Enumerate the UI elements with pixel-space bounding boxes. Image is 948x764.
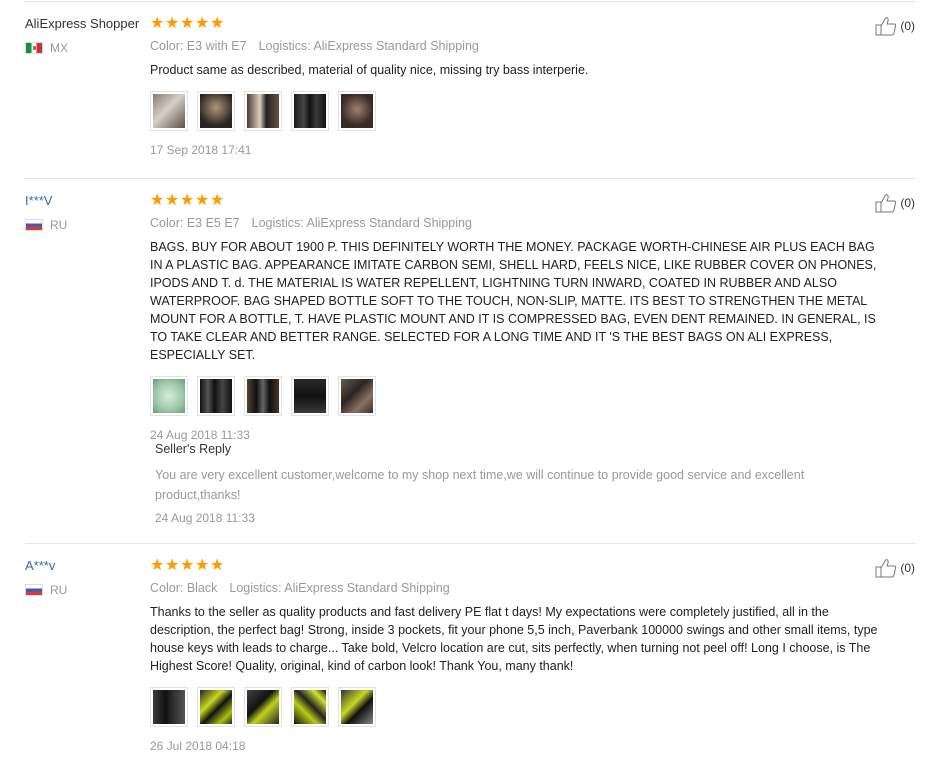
reviewer-info: AliExpress Shopper MX [25,16,145,55]
star-icon: ★ [210,192,225,209]
review-text: Thanks to the seller as quality products… [150,605,878,673]
star-icon: ★ [165,557,180,574]
reviewer-country: RU [25,218,145,232]
logistics-info: Logistics: AliExpress Standard Shipping [251,216,472,230]
reply-text: You are very excellent customer,welcome … [155,468,805,502]
review-photo[interactable] [244,376,282,416]
product-color: Color: E3 E5 E7 [150,216,240,230]
review-photo[interactable] [338,91,376,131]
divider-line [25,543,915,544]
mexico-flag-icon [25,42,43,54]
reviewer-name[interactable]: I***V [25,193,145,209]
like-button[interactable]: (0) [875,193,915,213]
star-icon: ★ [195,192,210,209]
star-rating: ★ ★ ★ ★ ★ [150,558,890,574]
order-info: Color: Black Logistics: AliExpress Standa… [150,581,890,595]
review-photo[interactable] [291,376,329,416]
divider [25,1,915,2]
review-photos [150,687,890,727]
reviewer-info: A***v RU [25,558,145,597]
order-info: Color: E3 E5 E7 Logistics: AliExpress Sta… [150,216,890,230]
review-body: ★ ★ ★ ★ ★ Color: E3 E5 E7 Logistics: AliExpre… [150,193,890,442]
review-text: BAGS. BUY FOR ABOUT 1900 P. THIS DEFINIT… [150,240,877,362]
reply-title: Seller's Reply [155,442,232,456]
star-rating: ★ ★ ★ ★ ★ [150,193,890,209]
country-code: MX [50,41,68,55]
review-photo[interactable] [291,687,329,727]
review-body: ★ ★ ★ ★ ★ Color: E3 with E7 Logistics: AliExp… [150,16,890,157]
thumbs-up-icon [875,559,897,578]
star-icon: ★ [165,15,180,32]
star-icon: ★ [210,557,225,574]
like-count: (0) [900,196,915,210]
reviewer-country: MX [25,41,145,55]
review-photo[interactable] [244,91,282,131]
star-icon: ★ [195,557,210,574]
star-icon: ★ [180,192,195,209]
review-photo[interactable] [338,376,376,416]
review-date: 26 Jul 2018 04:18 [150,739,246,753]
review-photos [150,91,890,131]
reviewer-name: AliExpress Shopper [25,16,140,31]
divider-line [25,178,915,179]
reviewer-info: I***V RU [25,193,145,232]
star-rating: ★ ★ ★ ★ ★ [150,16,890,32]
country-code: RU [50,218,68,232]
review-photos [150,376,890,416]
review-photo[interactable] [197,687,235,727]
star-icon: ★ [150,192,165,209]
star-icon: ★ [150,15,165,32]
review-date: 17 Sep 2018 17:41 [150,143,252,157]
review-photo[interactable] [150,91,188,131]
review-photo[interactable] [150,687,188,727]
logistics-info: Logistics: AliExpress Standard Shipping [229,581,450,595]
product-color: Color: Black [150,581,218,595]
like-button[interactable]: (0) [875,16,915,36]
seller-reply: Seller's Reply You are very excellent cu… [155,442,875,525]
russia-flag-icon [25,219,43,231]
reviewer-country: RU [25,583,145,597]
review-photo[interactable] [150,376,188,416]
review-photo[interactable] [291,91,329,131]
like-count: (0) [900,19,915,33]
order-info: Color: E3 with E7 Logistics: AliExpress S… [150,39,890,53]
review-date: 24 Aug 2018 11:33 [150,428,250,442]
star-icon: ★ [150,557,165,574]
star-icon: ★ [180,15,195,32]
star-icon: ★ [195,15,210,32]
star-icon: ★ [165,192,180,209]
star-icon: ★ [180,557,195,574]
review-text: Product same as described, material of q… [150,63,589,77]
reply-date: 24 Aug 2018 11:33 [155,511,255,525]
review-photo[interactable] [197,91,235,131]
country-code: RU [50,583,68,597]
reviewer-name[interactable]: A***v [25,558,145,574]
star-icon: ★ [210,15,225,32]
like-button[interactable]: (0) [875,558,915,578]
review-photo[interactable] [197,376,235,416]
russia-flag-icon [25,584,43,596]
logistics-info: Logistics: AliExpress Standard Shipping [258,39,479,53]
review-photo[interactable] [338,687,376,727]
thumbs-up-icon [875,194,897,213]
review-photo[interactable] [244,687,282,727]
review-body: ★ ★ ★ ★ ★ Color: Black Logistics: AliExpress … [150,558,890,753]
feedback-list: AliExpress Shopper MX ★ ★ ★ ★ ★ Color: E3 wi… [0,0,948,764]
like-count: (0) [900,561,915,575]
product-color: Color: E3 with E7 [150,39,247,53]
thumbs-up-icon [875,17,897,36]
